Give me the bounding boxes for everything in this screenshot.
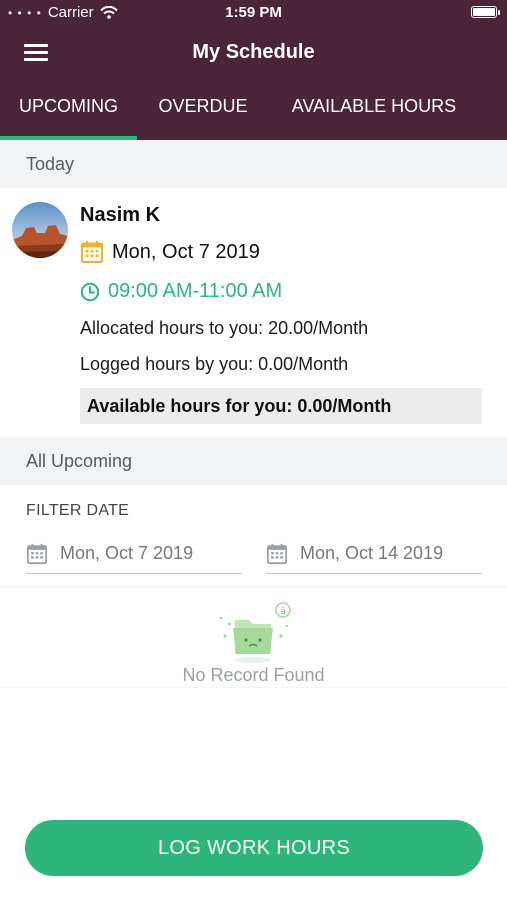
divider [0, 586, 507, 587]
assignee-name: Nasim K [80, 204, 161, 226]
avatar [12, 202, 68, 258]
calendar-icon [26, 543, 48, 564]
from-date-value: Mon, Oct 7 2019 [60, 543, 194, 563]
section-all-upcoming-header: All Upcoming [0, 437, 507, 485]
today-schedule-card[interactable]: Nasim K Mon, Oct 7 2019 09:00 AM-11:00 A… [0, 188, 507, 437]
tab-bar: UPCOMING OVERDUE AVAILABLE HOURS [0, 86, 507, 140]
schedule-time-range: 09:00 AM-11:00 AM [108, 280, 283, 302]
logged-hours: Logged hours by you: 0.00/Month [80, 354, 349, 374]
filter-date-label: FILTER DATE [26, 502, 130, 519]
calendar-icon [81, 241, 103, 263]
schedule-time-row: 09:00 AM-11:00 AM [80, 280, 282, 303]
from-date-field[interactable]: Mon, Oct 7 2019 [26, 534, 242, 574]
section-today-header: Today [0, 140, 507, 188]
clock-icon [80, 282, 100, 301]
no-record-folder-icon: ä [219, 602, 291, 663]
battery-icon [471, 6, 497, 18]
svg-text:ä: ä [280, 607, 286, 617]
to-date-field[interactable]: Mon, Oct 14 2019 [266, 534, 482, 574]
status-bar: • • • • Carrier 1:59 PM [0, 0, 507, 26]
divider [0, 687, 507, 688]
allocated-hours: Allocated hours to you: 20.00/Month [80, 318, 369, 338]
status-time: 1:59 PM [225, 4, 282, 21]
to-date-value: Mon, Oct 14 2019 [300, 543, 444, 563]
available-hours: Available hours for you: 0.00/Month [80, 388, 482, 424]
log-work-hours-button[interactable]: LOG WORK HOURS [25, 820, 483, 876]
tab-overdue-label: OVERDUE [158, 96, 248, 116]
calendar-icon [266, 543, 288, 564]
schedule-date-row: Mon, Oct 7 2019 [80, 240, 260, 264]
schedule-date: Mon, Oct 7 2019 [112, 240, 260, 263]
page-title: My Schedule [192, 41, 315, 63]
empty-state-text: No Record Found [182, 665, 325, 685]
tab-overdue[interactable]: OVERDUE [137, 86, 269, 140]
tab-upcoming-label: UPCOMING [19, 96, 118, 116]
battery-cap [498, 10, 500, 15]
tab-available-hours-label: AVAILABLE HOURS [291, 96, 457, 116]
tab-upcoming[interactable]: UPCOMING [0, 86, 137, 140]
app-header: • • • • Carrier 1:59 PM My Schedule UPCO… [0, 0, 507, 140]
top-bar: My Schedule [0, 34, 507, 74]
tab-available-hours[interactable]: AVAILABLE HOURS [269, 86, 479, 140]
